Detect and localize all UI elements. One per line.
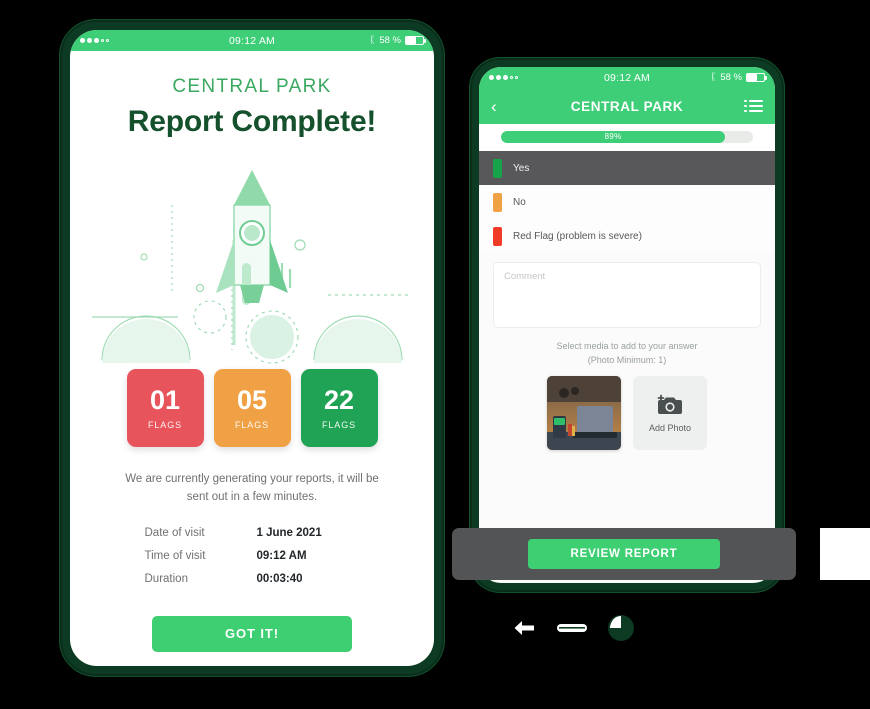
- detail-value: 1 June 2021: [256, 526, 322, 539]
- detail-row: Time of visit 09:12 AM: [145, 550, 360, 562]
- detail-value: 09:12 AM: [256, 549, 307, 562]
- review-report-button[interactable]: REVIEW REPORT: [528, 539, 720, 569]
- option-color-swatch: [493, 192, 502, 212]
- visit-details-list: Date of visit 1 June 2021 Time of visit 09:…: [145, 527, 360, 596]
- survey-progress: 89%: [479, 124, 775, 151]
- detail-key: Duration: [144, 572, 188, 585]
- phone2-status-bar: 09:12 AM ᛕ 58 %: [479, 67, 775, 88]
- phone1-screen: 09:12 AM ᛕ 58 % CENTRAL PARK Report Comp…: [70, 30, 434, 666]
- detail-key: Time of visit: [144, 549, 206, 562]
- add-photo-button[interactable]: Add Photo: [633, 376, 707, 450]
- option-label: Red Flag (problem is severe): [513, 230, 642, 242]
- battery-icon: [405, 36, 427, 45]
- phone1-battery-percent: 58 %: [379, 35, 401, 46]
- android-back-icon[interactable]: [512, 619, 536, 642]
- flag-count: 22: [323, 384, 355, 415]
- photo-thumbnail[interactable]: [547, 376, 621, 450]
- got-it-button[interactable]: GOT IT!: [152, 615, 352, 652]
- detail-row: Duration 00:03:40: [145, 573, 360, 585]
- review-report-bar: REVIEW REPORT: [452, 528, 796, 580]
- android-recents-icon[interactable]: [608, 614, 634, 646]
- flag-label: FLAGS: [147, 419, 182, 430]
- phone-report-device: 09:12 AM ᛕ 58 % CENTRAL PARK Report Comp…: [62, 22, 442, 674]
- answer-option[interactable]: Yes: [479, 151, 775, 185]
- phone1-status-bar: 09:12 AM ᛕ 58 %: [70, 30, 434, 51]
- list-menu-icon[interactable]: [741, 99, 763, 113]
- phone-survey-device: 09:12 AM ᛕ 58 % ‹ CENTRAL PARK 89% Yes No…: [472, 60, 782, 590]
- rocket-illustration: [82, 145, 422, 375]
- flag-card-red: 01 FLAGS: [126, 369, 204, 447]
- signal-dots-icon: [80, 38, 109, 43]
- option-color-swatch: [493, 158, 502, 178]
- report-status-note: We are currently generating your reports…: [125, 473, 379, 503]
- page-title: Report Complete!: [127, 105, 377, 138]
- phone2-nav-title: CENTRAL PARK: [570, 98, 684, 114]
- answer-option[interactable]: No: [479, 185, 775, 219]
- bluetooth-icon: ᛕ: [710, 71, 717, 83]
- answer-options-list: Yes No Red Flag (problem is severe): [479, 151, 775, 253]
- android-navigation-bar: [512, 612, 634, 648]
- flag-count: 01: [149, 384, 181, 415]
- media-note-line-1: Select media to add to your answer: [556, 341, 698, 351]
- answer-option[interactable]: Red Flag (problem is severe): [479, 219, 775, 253]
- detail-key: Date of visit: [144, 526, 205, 539]
- android-home-icon[interactable]: [557, 621, 587, 640]
- comment-input[interactable]: Comment: [493, 262, 761, 328]
- flag-summary-cards: 01 FLAGS 05 FLAGS 22 FLAGS: [126, 369, 378, 447]
- progress-track: 89%: [501, 131, 753, 143]
- report-complete-body: CENTRAL PARK Report Complete! 01 FLAGS 0…: [70, 51, 434, 666]
- flag-card-orange: 05 FLAGS: [213, 369, 291, 447]
- progress-fill: 89%: [501, 131, 726, 143]
- signal-dots-icon: [489, 75, 518, 80]
- option-label: Yes: [513, 162, 530, 174]
- media-row: Add Photo: [479, 376, 775, 450]
- detail-row: Date of visit 1 June 2021: [145, 527, 360, 539]
- report-location-name: CENTRAL PARK: [172, 76, 332, 97]
- option-label: No: [513, 196, 526, 208]
- camera-plus-icon: [657, 394, 682, 414]
- phone2-battery-percent: 58 %: [720, 72, 742, 83]
- flag-count: 05: [236, 384, 268, 415]
- add-photo-label: Add Photo: [648, 422, 692, 433]
- flag-label: FLAGS: [234, 419, 269, 430]
- option-color-swatch: [493, 226, 502, 246]
- screenshot-stage: 09:12 AM ᛕ 58 % ‹ CENTRAL PARK 89% Yes No…: [0, 0, 870, 709]
- detail-value: 00:03:40: [256, 572, 303, 585]
- media-instructions: Select media to add to your answer (Phot…: [479, 340, 775, 367]
- battery-icon: [746, 73, 768, 82]
- phone2-navbar: ‹ CENTRAL PARK: [479, 88, 775, 124]
- phone2-screen: 09:12 AM ᛕ 58 % ‹ CENTRAL PARK 89% Yes No…: [479, 67, 775, 583]
- flag-label: FLAGS: [321, 419, 356, 430]
- background-artifact: [820, 528, 870, 580]
- chevron-left-icon[interactable]: ‹: [491, 98, 513, 115]
- bluetooth-icon: ᛕ: [369, 34, 376, 46]
- media-note-line-2: (Photo Minimum: 1): [587, 354, 667, 365]
- flag-card-green: 22 FLAGS: [300, 369, 378, 447]
